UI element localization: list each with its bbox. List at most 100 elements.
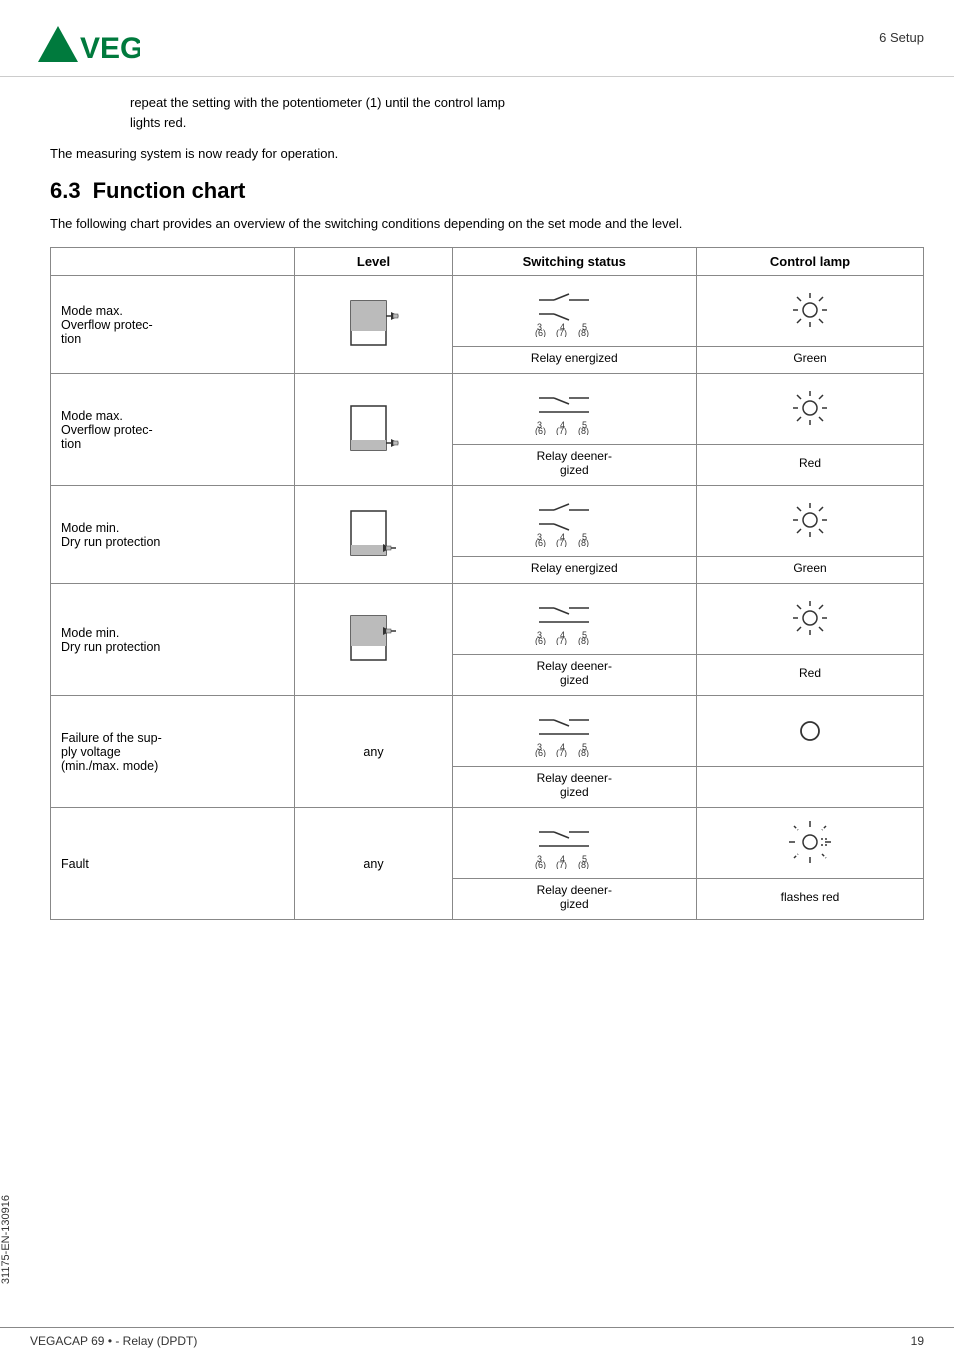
system-ready-text: The measuring system is now ready for op…	[50, 144, 924, 164]
section-heading: 6.3 Function chart	[50, 178, 924, 204]
mode-label-2: Mode max.Overflow protec-tion	[51, 374, 295, 486]
svg-text:(7): (7)	[556, 538, 567, 547]
main-content: repeat the setting with the potentiomete…	[0, 77, 954, 980]
svg-text:(8): (8)	[578, 328, 589, 337]
col-header-switching: Switching status	[452, 248, 696, 276]
header: VEGA 6 Setup	[0, 0, 954, 77]
lamp-status-4: Red	[697, 655, 924, 696]
relay-diagram-3: 3 4 5 (6) (7) (8)	[452, 486, 696, 557]
col-header-lamp: Control lamp	[697, 248, 924, 276]
svg-text:(6): (6)	[535, 748, 546, 757]
svg-text:(7): (7)	[556, 426, 567, 435]
level-diagram-3	[295, 486, 452, 584]
lamp-status-2: Red	[697, 445, 924, 486]
table-row-4: Mode min.Dry run protection	[51, 584, 924, 655]
footer-product-name: VEGACAP 69 • - Relay (DPDT)	[30, 1334, 197, 1348]
sidebar-document-id: 31175-EN-130916	[0, 1195, 20, 1284]
relay-diagram-6: 3 4 5 (6) (7) (8)	[452, 808, 696, 879]
lamp-icon-3	[697, 486, 924, 557]
lamp-icon-6	[697, 808, 924, 879]
lamp-icon-4	[697, 584, 924, 655]
relay-energized2-svg: 3 4 5 (6) (7) (8)	[534, 492, 614, 547]
svg-text:VEGA: VEGA	[80, 32, 140, 65]
svg-text:(8): (8)	[578, 748, 589, 757]
svg-text:(8): (8)	[578, 636, 589, 645]
lamp-icon-1	[697, 276, 924, 347]
relay-diagram-4: 3 4 5 (6) (7) (8)	[452, 584, 696, 655]
footer-page-number: 19	[911, 1334, 924, 1348]
svg-text:(6): (6)	[535, 426, 546, 435]
svg-text:(7): (7)	[556, 860, 567, 869]
level-diagram-2	[295, 374, 452, 486]
table-row-2: Mode max.Overflow protec-tion	[51, 374, 924, 445]
off-circle-icon	[798, 719, 822, 743]
intro-line2: lights red.	[130, 113, 924, 133]
relay-deenergized4-svg: 3 4 5 (6) (7) (8)	[534, 814, 614, 869]
section-number: 6.3	[50, 178, 81, 204]
green-sun2-icon	[790, 500, 830, 540]
lamp-icon-2	[697, 374, 924, 445]
relay-status-6: Relay deener-gized	[452, 879, 696, 920]
mode-label-5: Failure of the sup-ply voltage(min./max.…	[51, 696, 295, 808]
level-diagram-4	[295, 584, 452, 696]
intro-block: repeat the setting with the potentiomete…	[130, 93, 924, 132]
green-sun-icon	[790, 290, 830, 330]
level-high-icon	[346, 296, 401, 351]
table-row-3: Mode min.Dry run protection	[51, 486, 924, 557]
lamp-status-6: flashes red	[697, 879, 924, 920]
svg-text:(7): (7)	[556, 328, 567, 337]
svg-text:(6): (6)	[535, 328, 546, 337]
header-section-label: 6 Setup	[879, 18, 924, 45]
table-row-6: Fault any 3 4 5 (6)	[51, 808, 924, 879]
red-sun-icon	[790, 388, 830, 428]
svg-text:(6): (6)	[535, 538, 546, 547]
level-low-icon	[346, 401, 401, 456]
relay-diagram-1: 3 4 5 (6) (7) (8)	[452, 276, 696, 347]
relay-status-4: Relay deener-gized	[452, 655, 696, 696]
svg-text:(8): (8)	[578, 538, 589, 547]
function-table: Level Switching status Control lamp Mode…	[50, 247, 924, 920]
level-any-2: any	[295, 808, 452, 920]
svg-text:(8): (8)	[578, 860, 589, 869]
red-sun2-icon	[790, 598, 830, 638]
lamp-status-1: Green	[697, 347, 924, 374]
level-diagram-1	[295, 276, 452, 374]
svg-text:(8): (8)	[578, 426, 589, 435]
relay-energized-svg: 3 4 5 (6) (7) (8)	[534, 282, 614, 337]
relay-diagram-5: 3 4 5 (6) (7) (8)	[452, 696, 696, 767]
col-header-level: Level	[295, 248, 452, 276]
svg-text:(6): (6)	[535, 860, 546, 869]
flash-sun-icon	[785, 817, 835, 867]
relay-status-1: Relay energized	[452, 347, 696, 374]
footer: VEGACAP 69 • - Relay (DPDT) 19	[0, 1327, 954, 1354]
svg-text:(6): (6)	[535, 636, 546, 645]
col-header-mode	[51, 248, 295, 276]
level-any-1: any	[295, 696, 452, 808]
relay-status-3: Relay energized	[452, 557, 696, 584]
section-title: Function chart	[93, 178, 246, 204]
table-row-5: Failure of the sup-ply voltage(min./max.…	[51, 696, 924, 767]
svg-text:(7): (7)	[556, 748, 567, 757]
relay-deenergized-svg: 3 4 5 (6) (7) (8)	[534, 380, 614, 435]
level-low2-icon	[346, 506, 401, 561]
section-description: The following chart provides an overview…	[50, 214, 924, 234]
relay-deenergized3-svg: 3 4 5 (6) (7) (8)	[534, 702, 614, 757]
svg-text:(7): (7)	[556, 636, 567, 645]
relay-diagram-2: 3 4 5 (6) (7) (8)	[452, 374, 696, 445]
vega-logo-icon: VEGA	[30, 18, 140, 66]
page: VEGA 6 Setup repeat the setting with the…	[0, 0, 954, 1354]
table-row: Mode max.Overflow protec-tion	[51, 276, 924, 347]
mode-label-6: Fault	[51, 808, 295, 920]
table-header-row: Level Switching status Control lamp	[51, 248, 924, 276]
lamp-status-3: Green	[697, 557, 924, 584]
lamp-icon-5	[697, 696, 924, 767]
mode-label-4: Mode min.Dry run protection	[51, 584, 295, 696]
mode-label-3: Mode min.Dry run protection	[51, 486, 295, 584]
level-high2-icon	[346, 611, 401, 666]
relay-deenergized2-svg: 3 4 5 (6) (7) (8)	[534, 590, 614, 645]
lamp-status-5	[697, 767, 924, 808]
mode-label-1: Mode max.Overflow protec-tion	[51, 276, 295, 374]
logo: VEGA	[30, 18, 140, 66]
relay-status-5: Relay deener-gized	[452, 767, 696, 808]
intro-line1: repeat the setting with the potentiomete…	[130, 93, 924, 113]
